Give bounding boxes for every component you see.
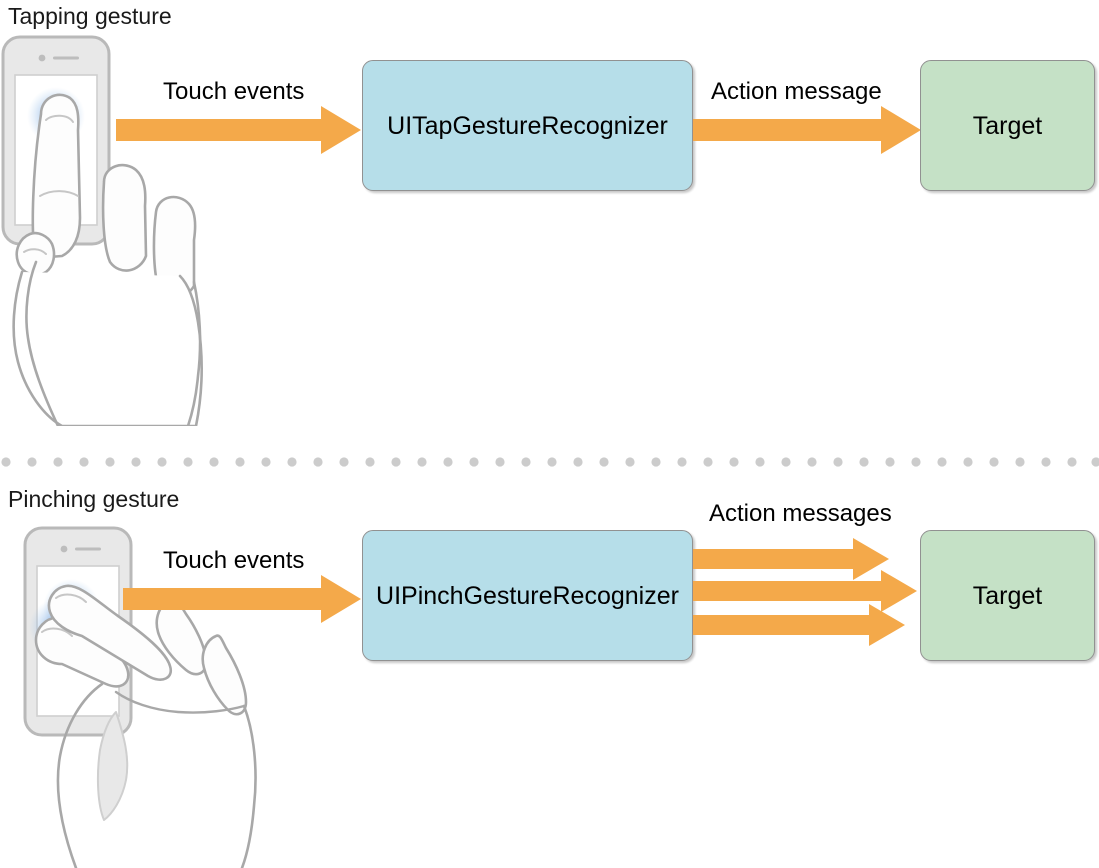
- pinching-target-label: Target: [972, 581, 1043, 610]
- tapping-touch-events-label: Touch events: [163, 78, 305, 105]
- pinching-action-message-arrow-3: [693, 604, 905, 646]
- tapping-target-label: Target: [972, 111, 1043, 140]
- hand-two-finger-pinch-icon: [20, 580, 280, 868]
- tapping-target-box[interactable]: Target: [920, 60, 1095, 191]
- tapping-action-message-arrow: [693, 106, 921, 154]
- tapping-touch-events-arrow: [116, 106, 361, 154]
- pinching-action-messages-label: Action messages: [709, 500, 892, 527]
- pinching-touch-events-label: Touch events: [163, 547, 305, 574]
- pinching-section-title: Pinching gesture: [8, 486, 180, 512]
- uitapgesturerecognizer-box[interactable]: UITapGestureRecognizer: [362, 60, 693, 191]
- section-divider: [0, 454, 1099, 467]
- uitapgesturerecognizer-label: UITapGestureRecognizer: [387, 111, 668, 140]
- uipinchgesturerecognizer-box[interactable]: UIPinchGestureRecognizer: [362, 530, 693, 661]
- uipinchgesturerecognizer-label: UIPinchGestureRecognizer: [376, 581, 679, 610]
- pinching-target-box[interactable]: Target: [920, 530, 1095, 661]
- diagram-canvas: Tapping gesture Touch events UITapGestur…: [0, 0, 1099, 868]
- pinching-touch-events-arrow: [123, 575, 361, 623]
- tapping-section-title: Tapping gesture: [8, 3, 172, 29]
- tapping-action-message-label: Action message: [711, 78, 882, 105]
